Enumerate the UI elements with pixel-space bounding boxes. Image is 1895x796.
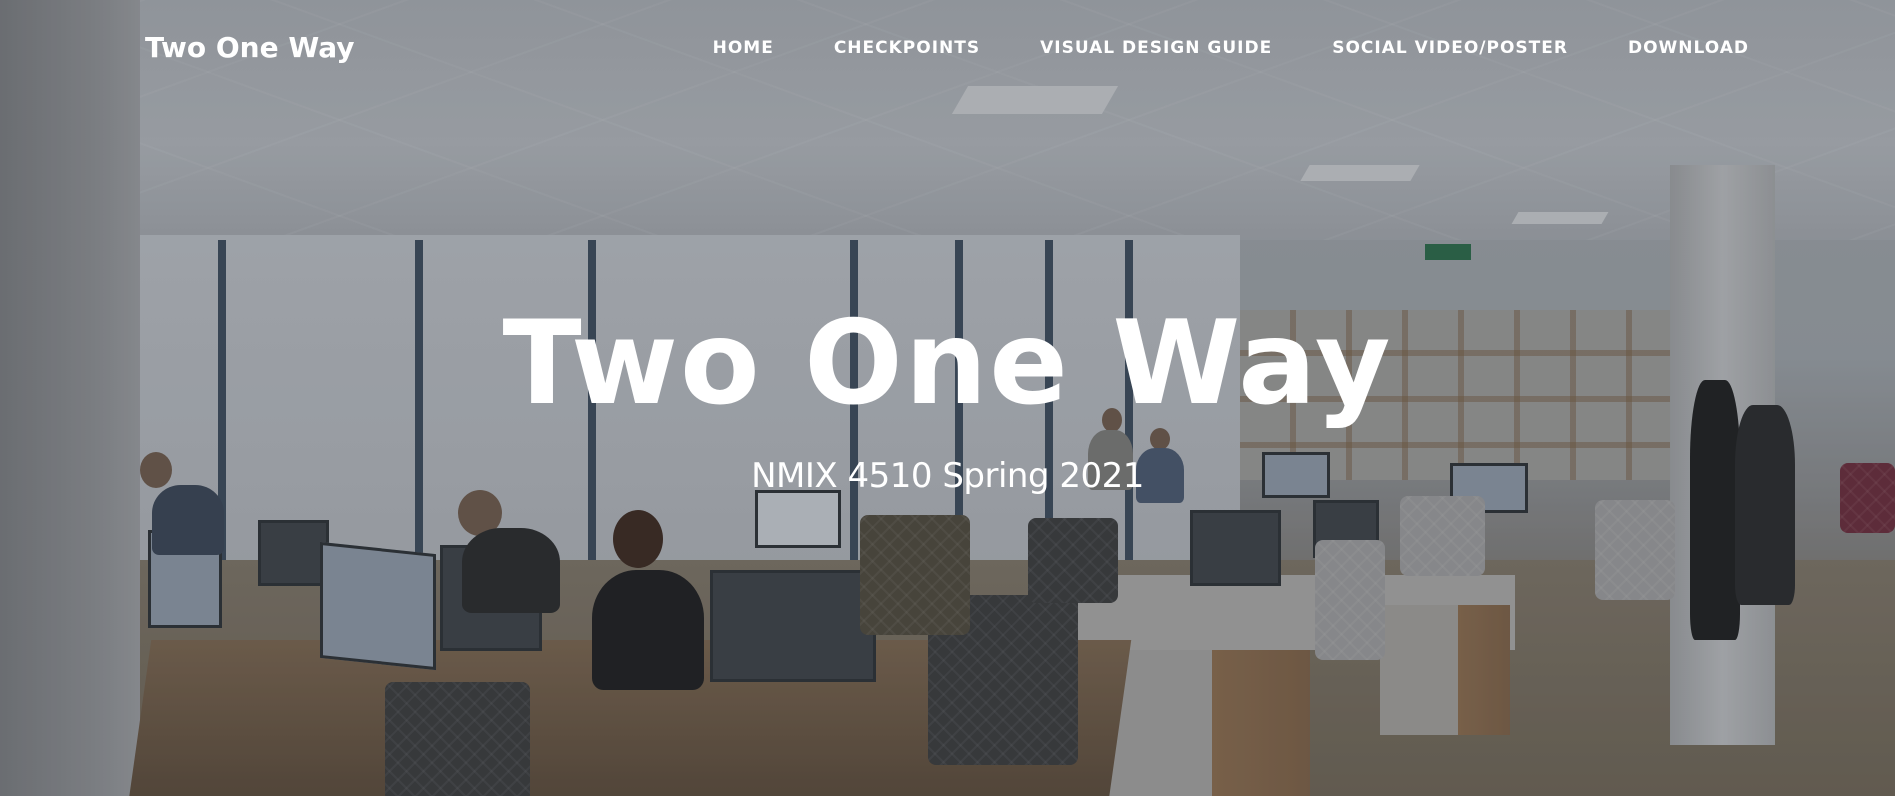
nav-item-checkpoints: CHECKPOINTS bbox=[834, 38, 980, 58]
nav-link-social-video-poster[interactable]: SOCIAL VIDEO/POSTER bbox=[1332, 38, 1568, 58]
brand-logo-link[interactable]: Two One Way bbox=[145, 31, 355, 64]
nav-item-visual-design-guide: VISUAL DESIGN GUIDE bbox=[1040, 38, 1272, 58]
nav-item-social-video-poster: SOCIAL VIDEO/POSTER bbox=[1332, 38, 1568, 58]
nav-link-home[interactable]: HOME bbox=[713, 38, 774, 58]
nav-link-download[interactable]: DOWNLOAD bbox=[1628, 38, 1749, 58]
nav-link-checkpoints[interactable]: CHECKPOINTS bbox=[834, 38, 980, 58]
hero-subtitle: NMIX 4510 Spring 2021 bbox=[751, 456, 1144, 496]
nav-link-visual-design-guide[interactable]: VISUAL DESIGN GUIDE bbox=[1040, 38, 1272, 58]
nav-menu: HOME CHECKPOINTS VISUAL DESIGN GUIDE SOC… bbox=[653, 38, 1749, 58]
nav-item-home: HOME bbox=[713, 38, 774, 58]
navbar: Two One Way HOME CHECKPOINTS VISUAL DESI… bbox=[0, 0, 1895, 100]
hero-title: Two One Way bbox=[502, 296, 1393, 431]
nav-item-download: DOWNLOAD bbox=[1628, 38, 1749, 58]
